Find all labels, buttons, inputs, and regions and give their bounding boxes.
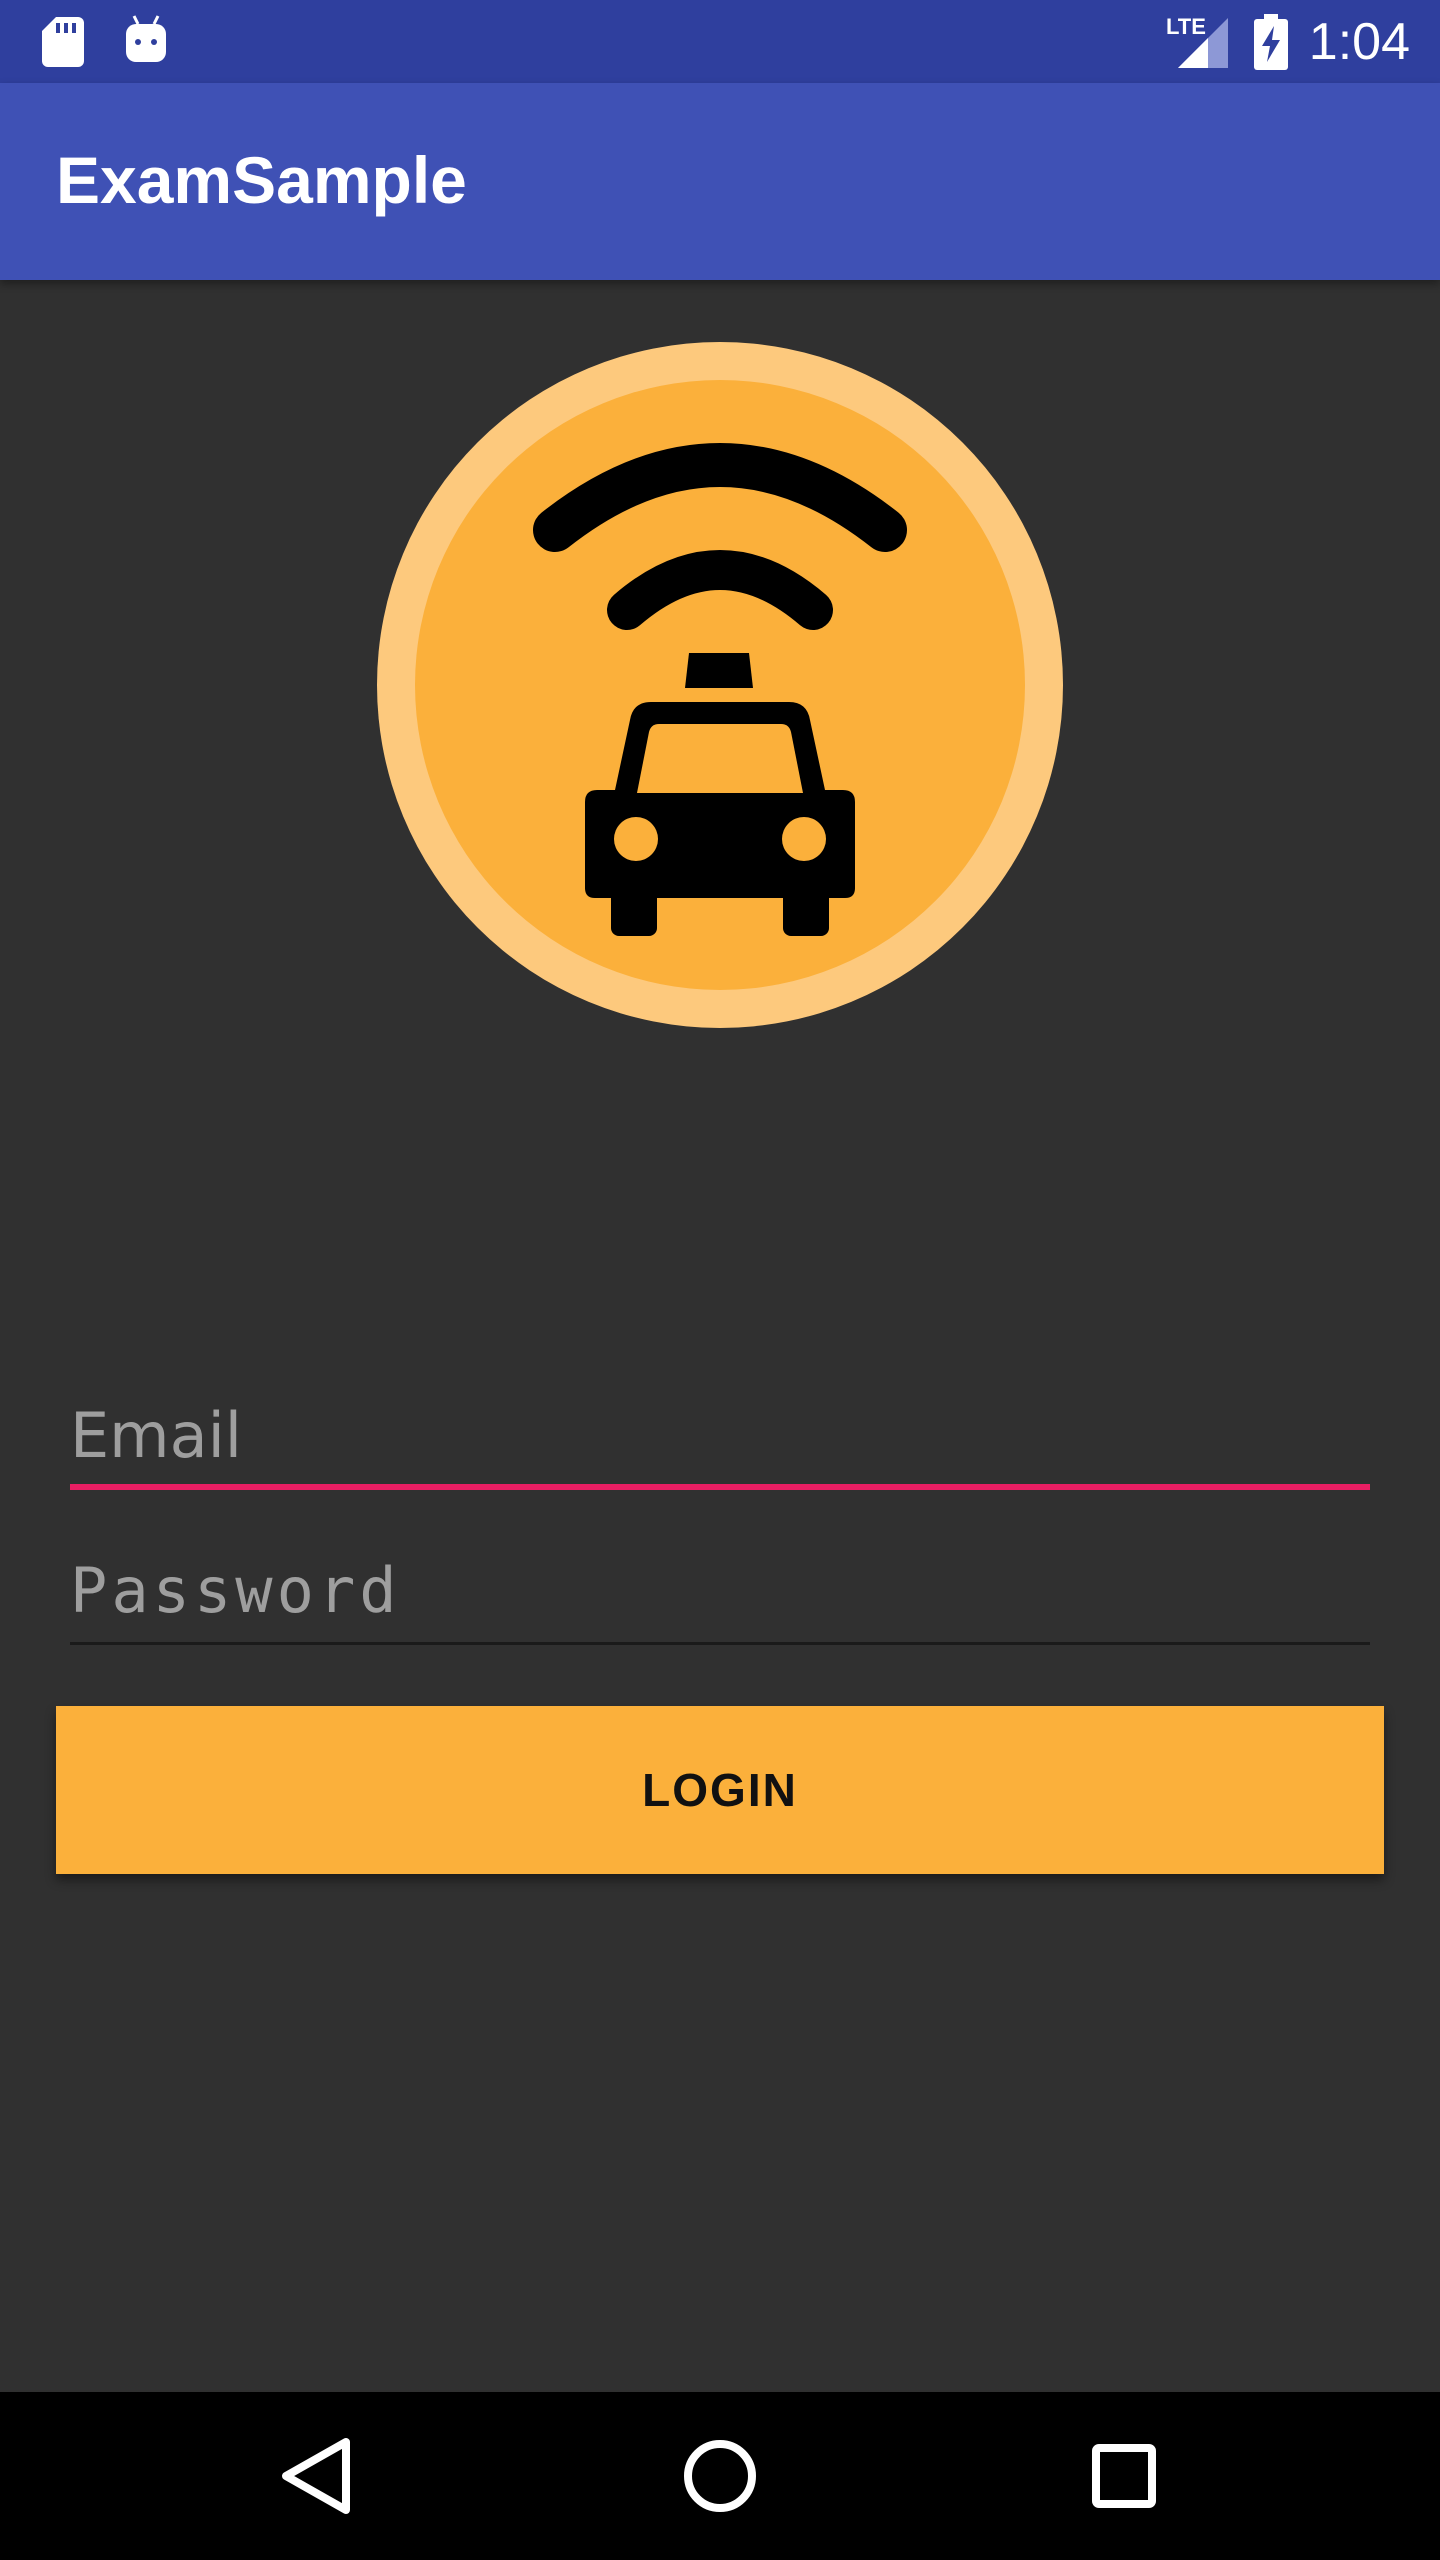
status-bar: LTE 1:04 <box>0 0 1440 83</box>
password-underline <box>70 1642 1370 1645</box>
login-button[interactable]: LOGIN <box>56 1706 1384 1874</box>
home-icon[interactable] <box>670 2426 770 2526</box>
app-title: ExamSample <box>56 143 467 217</box>
back-icon[interactable] <box>266 2426 366 2526</box>
recents-icon[interactable] <box>1074 2426 1174 2526</box>
status-time: 1:04 <box>1308 13 1410 71</box>
email-field[interactable] <box>70 1390 1370 1480</box>
navigation-bar <box>0 2392 1440 2560</box>
password-field-container <box>70 1545 1370 1645</box>
lte-signal-icon <box>1178 18 1228 68</box>
android-icon <box>126 15 166 62</box>
login-screen: LTE 1:04 ExamSample Email LOGIN <box>0 0 1440 2560</box>
sd-card-icon <box>42 17 84 67</box>
battery-charging-icon <box>1254 14 1288 70</box>
password-field[interactable] <box>70 1545 1370 1635</box>
app-bar: ExamSample <box>0 83 1440 280</box>
taxi-signal-logo-icon <box>377 342 1063 1028</box>
email-field-container <box>70 1390 1370 1490</box>
email-underline <box>70 1484 1370 1490</box>
